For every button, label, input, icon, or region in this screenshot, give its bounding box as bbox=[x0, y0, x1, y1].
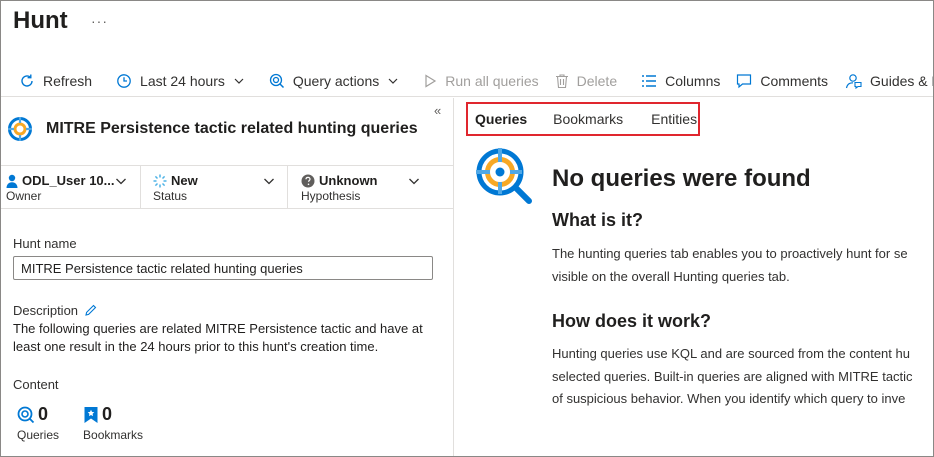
run-all-queries-button[interactable]: Run all queries bbox=[415, 65, 546, 97]
tab-list: Queries Bookmarks Entities bbox=[466, 102, 700, 136]
description-line: least one result in the 24 hours prior t… bbox=[13, 339, 379, 354]
owner-label: Owner bbox=[6, 189, 42, 203]
queries-count: 0 bbox=[38, 404, 49, 424]
hunt-name-input[interactable] bbox=[13, 256, 433, 280]
queries-count-link[interactable]: 0 Queries bbox=[17, 404, 59, 442]
empty-state-search-icon bbox=[476, 148, 532, 204]
empty-state-title: No queries were found bbox=[552, 165, 811, 192]
paragraph-line: The hunting queries tab enables you to p… bbox=[552, 246, 908, 261]
hunt-title: MITRE Persistence tactic related hunting… bbox=[46, 120, 418, 137]
run-all-queries-label: Run all queries bbox=[445, 72, 539, 89]
hunt-target-icon bbox=[8, 117, 32, 141]
hypothesis-dropdown[interactable]: Unknown Hypothesis bbox=[288, 166, 453, 208]
how-does-it-work-text: Hunting queries use KQL and are sourced … bbox=[552, 343, 933, 411]
description-label: Description bbox=[13, 303, 79, 318]
owner-dropdown[interactable]: ODL_User 10... Owner bbox=[1, 166, 141, 208]
status-value: New bbox=[171, 173, 198, 188]
hypothesis-label: Hypothesis bbox=[301, 189, 361, 203]
play-icon bbox=[425, 73, 437, 88]
hunt-properties: ODL_User 10... Owner New Status Unknown … bbox=[1, 165, 453, 209]
tab-bookmarks[interactable]: Bookmarks bbox=[553, 111, 623, 127]
question-circle-icon bbox=[301, 174, 315, 187]
tab-queries[interactable]: Queries bbox=[475, 111, 527, 127]
hunt-details-panel: « MITRE Persistence tactic related hunti… bbox=[1, 98, 454, 456]
chevron-down-icon bbox=[116, 178, 126, 185]
columns-button[interactable]: Columns bbox=[633, 65, 728, 97]
chevron-down-icon bbox=[388, 78, 398, 84]
chevron-down-icon bbox=[234, 78, 244, 84]
what-is-it-text: The hunting queries tab enables you to p… bbox=[552, 243, 933, 288]
description-header: Description bbox=[13, 303, 97, 318]
time-range-label: Last 24 hours bbox=[140, 72, 225, 89]
time-range-dropdown[interactable]: Last 24 hours bbox=[108, 65, 261, 97]
feedback-person-icon bbox=[845, 73, 862, 89]
query-icon bbox=[269, 73, 284, 88]
comments-button[interactable]: Comments bbox=[728, 65, 836, 97]
owner-value: ODL_User 10... bbox=[22, 173, 115, 188]
paragraph-line: selected queries. Built-in queries are a… bbox=[552, 368, 913, 384]
refresh-button[interactable]: Refresh bbox=[1, 65, 100, 97]
tab-entities[interactable]: Entities bbox=[651, 111, 697, 127]
comments-label: Comments bbox=[760, 72, 829, 89]
query-actions-dropdown[interactable]: Query actions bbox=[261, 65, 415, 97]
bookmarks-count: 0 bbox=[102, 404, 113, 424]
content-counts: 0 Queries 0 Bookmarks bbox=[17, 404, 167, 442]
how-does-it-work-heading: How does it work? bbox=[552, 311, 712, 331]
guides-feedback-label: Guides & Feedback bbox=[870, 72, 933, 89]
clock-icon bbox=[117, 73, 131, 88]
chevron-down-icon bbox=[264, 178, 274, 185]
description-line: The following queries are related MITRE … bbox=[13, 321, 423, 336]
paragraph-line: of suspicious behavior. When you identif… bbox=[552, 391, 906, 406]
user-icon bbox=[6, 174, 18, 188]
status-dropdown[interactable]: New Status bbox=[141, 166, 288, 208]
refresh-icon bbox=[21, 74, 33, 87]
columns-icon bbox=[642, 74, 657, 87]
hypothesis-value: Unknown bbox=[319, 173, 378, 188]
hunt-header: MITRE Persistence tactic related hunting… bbox=[7, 116, 418, 142]
bookmark-star-icon bbox=[84, 406, 98, 423]
query-target-icon bbox=[17, 406, 35, 423]
hunt-name-label: Hunt name bbox=[13, 236, 77, 251]
command-bar: Refresh Last 24 hours Query actions Run … bbox=[1, 65, 933, 97]
more-options-button[interactable]: ··· bbox=[91, 13, 108, 29]
refresh-label: Refresh bbox=[43, 72, 93, 89]
delete-label: Delete bbox=[576, 72, 618, 89]
paragraph-line: visible on the overall Hunting queries t… bbox=[552, 268, 790, 284]
collapse-panel-button[interactable]: « bbox=[434, 103, 441, 118]
bookmarks-count-label: Bookmarks bbox=[83, 428, 144, 442]
trash-icon bbox=[555, 73, 568, 88]
what-is-it-heading: What is it? bbox=[552, 210, 643, 230]
status-label: Status bbox=[153, 189, 188, 203]
chevron-down-icon bbox=[409, 178, 419, 185]
description-text: The following queries are related MITRE … bbox=[13, 320, 433, 356]
edit-pencil-icon[interactable] bbox=[84, 304, 97, 317]
bookmarks-count-link[interactable]: 0 Bookmarks bbox=[83, 404, 143, 442]
query-actions-label: Query actions bbox=[292, 72, 380, 89]
hunt-page: Hunt ··· Refresh Last 24 hours Query act… bbox=[0, 0, 934, 457]
delete-button[interactable]: Delete bbox=[547, 65, 625, 97]
paragraph-line: Hunting queries use KQL and are sourced … bbox=[552, 346, 910, 361]
queries-count-label: Queries bbox=[17, 428, 60, 442]
comment-icon bbox=[737, 73, 752, 88]
guides-feedback-button[interactable]: Guides & Feedback bbox=[836, 65, 933, 97]
columns-label: Columns bbox=[665, 72, 721, 89]
new-status-icon bbox=[153, 174, 167, 187]
page-title: Hunt bbox=[13, 7, 68, 34]
content-label: Content bbox=[13, 377, 59, 392]
